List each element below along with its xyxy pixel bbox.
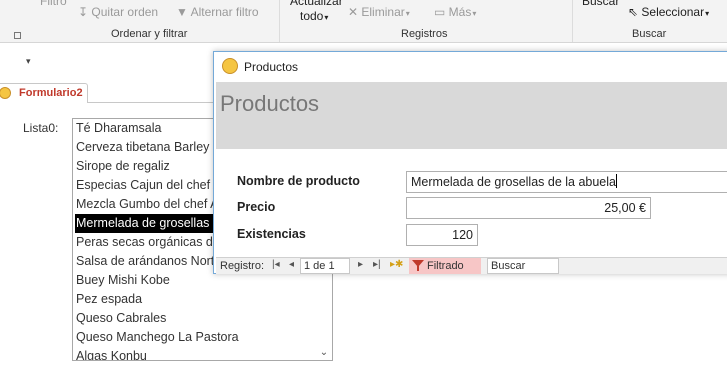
mas-label: Más <box>448 5 472 19</box>
new-record-icon[interactable]: ▸✱ <box>390 259 403 270</box>
funnel-stem <box>417 266 419 271</box>
filtrado-button[interactable]: Filtrado <box>409 258 481 274</box>
chevron-down-icon: ▾ <box>324 13 329 22</box>
filtrado-label: Filtrado <box>427 260 464 272</box>
registro-label: Registro: <box>220 260 265 272</box>
precio-label: Precio <box>237 200 276 214</box>
record-navigation-bar: Registro: |◂ ◂ 1 de 1 ▸ ▸| ▸✱ Filtrado B… <box>216 257 727 274</box>
more-icon: ▭ <box>434 5 449 19</box>
dialog-launcher-icon[interactable] <box>14 32 21 39</box>
tab-formulario2[interactable]: Formulario2 <box>0 83 88 103</box>
actualizar-todo-dropdown[interactable]: todo▾ <box>300 9 328 23</box>
next-record-icon[interactable]: ▸ <box>358 259 363 270</box>
funnel-icon: ▼ <box>176 5 191 19</box>
actualizar-label-1: Actualizar <box>290 0 343 8</box>
group-separator <box>572 0 573 42</box>
tab-label: Formulario2 <box>19 87 83 99</box>
list-item[interactable]: Pez espada <box>75 290 315 309</box>
window-title: Productos <box>244 60 299 74</box>
search-input[interactable]: Buscar <box>487 258 559 274</box>
list-item-selected[interactable]: Mermelada de grosellas de la abuela <box>75 214 281 233</box>
tab-baseline <box>88 102 228 103</box>
list-item[interactable]: Queso Cabrales <box>75 309 315 328</box>
nombre-field[interactable]: Mermelada de grosellas de la abuela <box>406 171 727 193</box>
actualizar-todo-button[interactable]: Actualizar <box>290 0 343 8</box>
chevron-down-icon: ▾ <box>472 9 477 18</box>
delete-icon: ✕ <box>348 5 362 19</box>
form-icon <box>0 87 11 99</box>
seleccionar-button[interactable]: ⇖ Seleccionar▾ <box>628 5 709 19</box>
scroll-down-icon[interactable]: ⌄ <box>319 348 329 358</box>
alternar-filtro-label: Alternar filtro <box>190 5 259 19</box>
window-titlebar[interactable]: Productos <box>214 52 727 82</box>
quitar-orden-button[interactable]: ↧ Quitar orden <box>78 5 158 19</box>
text-cursor <box>616 174 617 188</box>
existencias-label: Existencias <box>237 227 306 241</box>
record-position-input[interactable]: 1 de 1 <box>300 258 350 274</box>
lista-label: Lista0: <box>23 121 59 135</box>
ribbon: Filtro ↧ Quitar orden ▼ Alternar filtro … <box>0 0 727 43</box>
filtro-button[interactable]: Filtro <box>40 0 67 8</box>
list-item[interactable]: Algas Konbu <box>75 347 315 360</box>
chevron-down-icon: ▾ <box>705 9 710 18</box>
previous-record-icon[interactable]: ◂ <box>289 259 294 270</box>
quick-access-dropdown-icon[interactable]: ▾ <box>26 56 31 67</box>
eliminar-button[interactable]: ✕ Eliminar▾ <box>348 5 410 19</box>
buscar-button[interactable]: Buscar <box>582 0 619 8</box>
eliminar-label: Eliminar <box>361 5 405 19</box>
group-label-ordenar: Ordenar y filtrar <box>111 28 188 40</box>
seleccionar-label: Seleccionar <box>641 5 705 19</box>
list-item[interactable]: Queso Manchego La Pastora <box>75 328 315 347</box>
sort-clear-icon: ↧ <box>78 5 92 19</box>
mas-button[interactable]: ▭ Más▾ <box>434 5 476 19</box>
last-record-icon[interactable]: ▸| <box>373 259 381 270</box>
quitar-orden-label: Quitar orden <box>91 5 159 19</box>
nombre-value: Mermelada de grosellas de la abuela <box>411 175 616 189</box>
group-label-registros: Registros <box>401 28 448 40</box>
form-title: Productos <box>220 91 320 116</box>
actualizar-label-2: todo <box>300 9 324 23</box>
cursor-arrow-icon: ⇖ <box>628 5 642 19</box>
form-header: Productos <box>216 82 727 149</box>
group-label-buscar: Buscar <box>632 28 667 40</box>
chevron-down-icon: ▾ <box>405 9 410 18</box>
nombre-label: Nombre de producto <box>237 174 360 188</box>
first-record-icon[interactable]: |◂ <box>272 259 280 270</box>
form-icon <box>222 58 238 74</box>
existencias-field[interactable]: 120 <box>406 224 478 246</box>
precio-field[interactable]: 25,00 € <box>406 197 651 219</box>
productos-window: Productos Productos Nombre de producto M… <box>213 51 727 274</box>
group-separator <box>279 0 280 42</box>
alternar-filtro-button[interactable]: ▼ Alternar filtro <box>176 5 259 19</box>
